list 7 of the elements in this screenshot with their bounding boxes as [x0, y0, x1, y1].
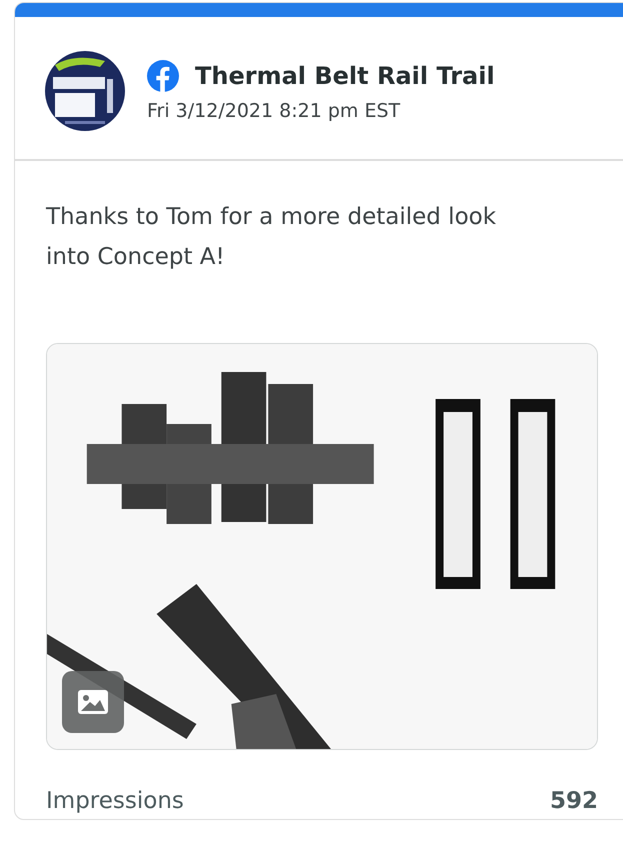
author-name: Thermal Belt Rail Trail — [195, 62, 495, 90]
post-date: Fri 3/12/2021 8:21 pm EST — [147, 100, 402, 122]
stat-label: Impressions — [46, 788, 184, 814]
image-icon — [78, 690, 108, 714]
post-text: Thanks to Tom for a more detailed look into Concept A! — [46, 203, 498, 272]
stat-value: 592 — [550, 788, 598, 814]
facebook-icon — [147, 60, 179, 92]
